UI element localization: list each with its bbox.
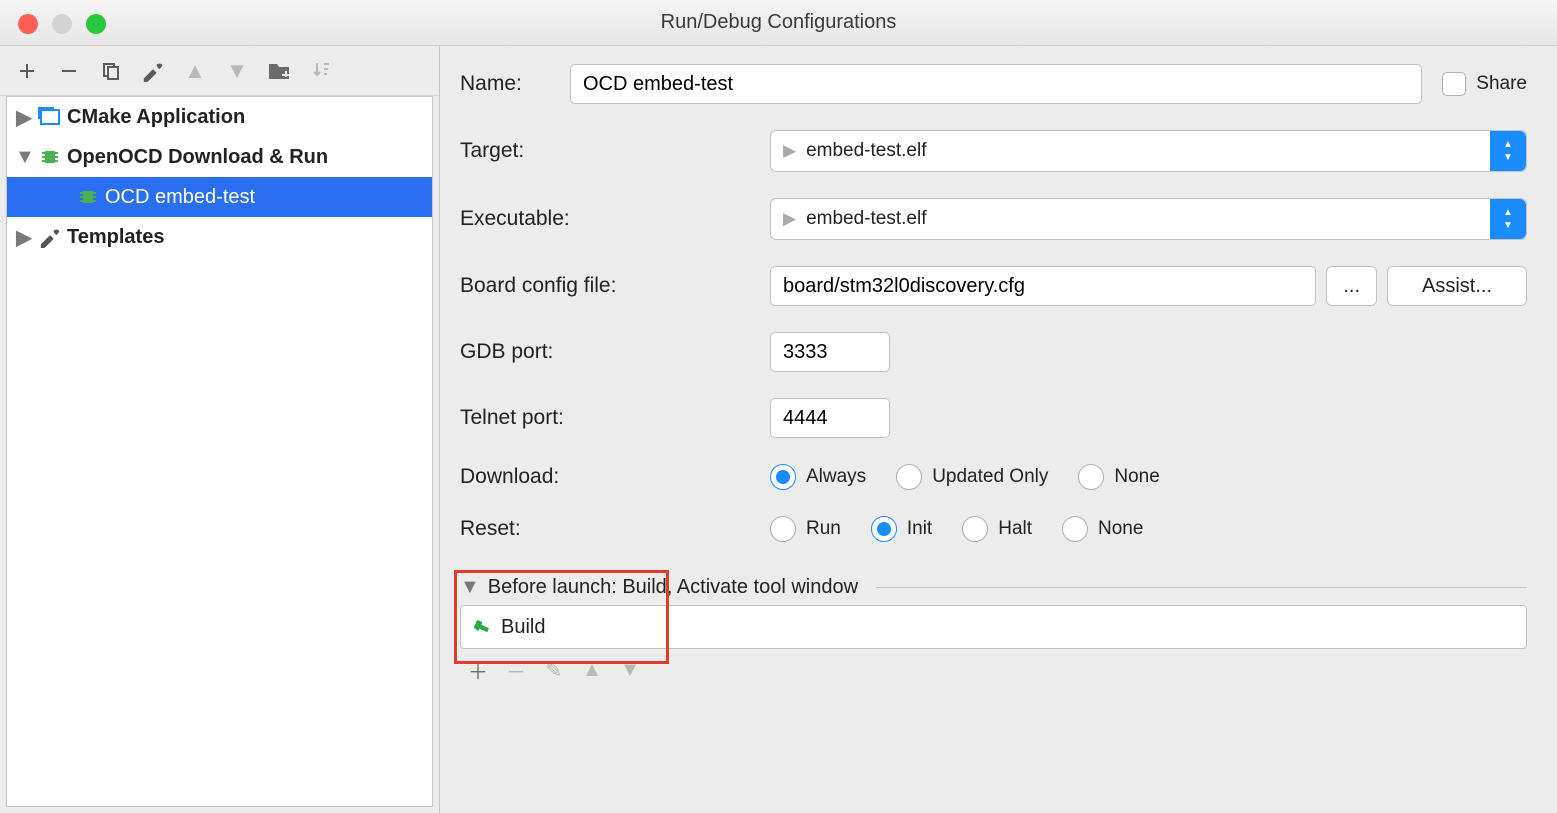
chevron-updown-icon: ▲▼ <box>1490 131 1526 171</box>
move-task-up-button[interactable]: ▲ <box>576 655 608 685</box>
add-config-button[interactable] <box>8 52 46 90</box>
download-label: Download: <box>460 465 770 489</box>
exec-icon: ▶ <box>783 209 796 229</box>
target-icon: ▶ <box>783 141 796 161</box>
tree-label: OCD embed-test <box>105 186 255 209</box>
left-panel: ▲ ▼ ▶ CMake Application ▼ OpenOCD Downlo… <box>0 46 440 813</box>
zoom-window-icon[interactable] <box>86 14 106 34</box>
radio-label: Init <box>907 518 932 540</box>
board-config-input[interactable] <box>770 266 1316 306</box>
chip-icon <box>77 186 99 208</box>
window-title: Run/Debug Configurations <box>661 11 897 34</box>
before-launch-header: Before launch: Build, Activate tool wind… <box>488 576 858 599</box>
radio-icon <box>962 516 988 542</box>
move-task-down-button[interactable]: ▼ <box>614 655 646 685</box>
move-up-button[interactable]: ▲ <box>176 52 214 90</box>
radio-label: Halt <box>998 518 1032 540</box>
radio-icon <box>1078 464 1104 490</box>
browse-button[interactable]: ... <box>1326 266 1377 306</box>
tree-label: CMake Application <box>67 106 245 129</box>
target-value: embed-test.elf <box>806 140 926 162</box>
chip-icon <box>39 146 61 168</box>
tree-item-ocd-embed-test[interactable]: OCD embed-test <box>7 177 432 217</box>
radio-icon <box>770 464 796 490</box>
name-label: Name: <box>460 72 570 96</box>
tree-label: Templates <box>67 226 164 249</box>
reset-label: Reset: <box>460 517 770 541</box>
chevron-right-icon: ▶ <box>15 225 33 250</box>
hammer-icon <box>468 614 494 640</box>
window-controls <box>18 14 106 34</box>
config-toolbar: ▲ ▼ <box>0 46 439 96</box>
executable-label: Executable: <box>460 207 770 231</box>
telnet-port-label: Telnet port: <box>460 406 770 430</box>
chevron-updown-icon: ▲▼ <box>1490 199 1526 239</box>
radio-icon <box>896 464 922 490</box>
chevron-down-icon[interactable]: ▼ <box>460 576 480 599</box>
name-input[interactable] <box>570 64 1422 104</box>
config-tree[interactable]: ▶ CMake Application ▼ OpenOCD Download &… <box>6 96 433 807</box>
before-launch-item[interactable]: Build <box>460 605 1527 649</box>
add-task-button[interactable]: ＋ <box>462 655 494 685</box>
download-radio-none[interactable]: None <box>1078 464 1159 490</box>
radio-label: Run <box>806 518 841 540</box>
tree-item-openocd[interactable]: ▼ OpenOCD Download & Run <box>7 137 432 177</box>
tree-item-templates[interactable]: ▶ Templates <box>7 217 432 257</box>
remove-config-button[interactable] <box>50 52 88 90</box>
download-radio-always[interactable]: Always <box>770 464 866 490</box>
tree-label: OpenOCD Download & Run <box>67 146 328 169</box>
radio-icon <box>1062 516 1088 542</box>
executable-value: embed-test.elf <box>806 208 926 230</box>
sort-button[interactable] <box>302 52 340 90</box>
chevron-right-icon: ▶ <box>15 105 33 130</box>
edit-templates-button[interactable] <box>134 52 172 90</box>
gdb-port-label: GDB port: <box>460 340 770 364</box>
minimize-window-icon[interactable] <box>52 14 72 34</box>
radio-label: None <box>1098 518 1143 540</box>
radio-icon <box>770 516 796 542</box>
executable-select[interactable]: ▶ embed-test.elf ▲▼ <box>770 198 1527 240</box>
wrench-icon <box>39 226 61 248</box>
radio-label: Updated Only <box>932 466 1048 488</box>
radio-label: None <box>1114 466 1159 488</box>
before-launch-toolbar: ＋ － ✎ ▲ ▼ <box>460 649 1527 691</box>
share-checkbox[interactable] <box>1442 72 1466 96</box>
target-label: Target: <box>460 139 770 163</box>
reset-radio-none[interactable]: None <box>1062 516 1143 542</box>
download-radio-updated[interactable]: Updated Only <box>896 464 1048 490</box>
telnet-port-input[interactable] <box>770 398 890 438</box>
move-down-button[interactable]: ▼ <box>218 52 256 90</box>
copy-config-button[interactable] <box>92 52 130 90</box>
chevron-down-icon: ▼ <box>15 146 33 169</box>
gdb-port-input[interactable] <box>770 332 890 372</box>
folder-button[interactable] <box>260 52 298 90</box>
tree-item-cmake-application[interactable]: ▶ CMake Application <box>7 97 432 137</box>
radio-icon <box>871 516 897 542</box>
board-config-label: Board config file: <box>460 274 770 298</box>
titlebar: Run/Debug Configurations <box>0 0 1557 46</box>
before-launch-section: ▼ Before launch: Build, Activate tool wi… <box>460 576 1527 691</box>
target-select[interactable]: ▶ embed-test.elf ▲▼ <box>770 130 1527 172</box>
share-label: Share <box>1476 73 1527 95</box>
divider <box>876 587 1527 588</box>
edit-task-button[interactable]: ✎ <box>538 655 570 685</box>
app-icon <box>39 106 61 128</box>
remove-task-button[interactable]: － <box>500 655 532 685</box>
right-panel: Name: Share Target: ▶ embed-test.elf ▲▼ … <box>440 46 1557 813</box>
before-launch-item-label: Build <box>501 616 545 639</box>
radio-label: Always <box>806 466 866 488</box>
close-window-icon[interactable] <box>18 14 38 34</box>
reset-radio-init[interactable]: Init <box>871 516 932 542</box>
reset-radio-run[interactable]: Run <box>770 516 841 542</box>
reset-radio-halt[interactable]: Halt <box>962 516 1032 542</box>
assist-button[interactable]: Assist... <box>1387 266 1527 306</box>
